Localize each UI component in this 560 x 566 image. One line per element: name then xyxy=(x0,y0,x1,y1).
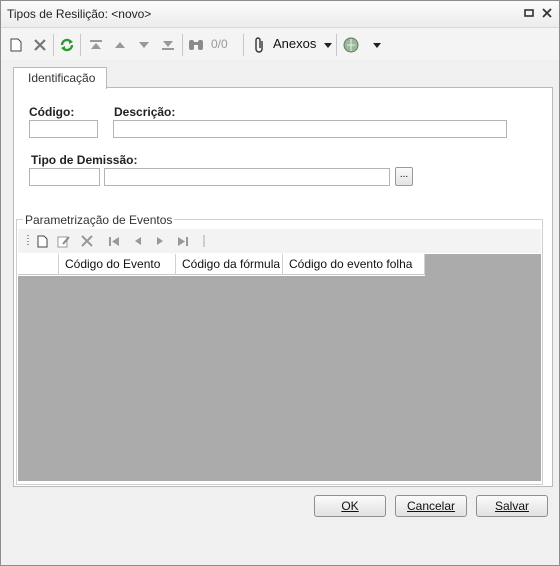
record-counter: 0/0 xyxy=(211,37,228,51)
delete-row-icon[interactable] xyxy=(79,234,95,248)
chevron-down-icon[interactable] xyxy=(319,36,337,54)
edit-row-icon[interactable] xyxy=(56,234,72,248)
new-record-icon[interactable] xyxy=(7,36,25,54)
refresh-icon[interactable] xyxy=(58,36,76,54)
tab-label: Identificação xyxy=(28,71,96,85)
grid-header-codigo-evento-folha[interactable]: Código do evento folha xyxy=(283,254,425,275)
previous-record-icon[interactable] xyxy=(111,36,129,54)
first-record-icon[interactable] xyxy=(87,36,105,54)
delete-icon[interactable] xyxy=(31,36,49,54)
eventos-toolbar xyxy=(18,229,541,253)
toolbar-separator xyxy=(53,34,54,56)
descricao-label: Descrição: xyxy=(114,105,176,119)
window: Tipos de Resilição: <novo> 0/0 Anexos Id… xyxy=(0,0,560,566)
binoculars-icon[interactable] xyxy=(187,36,205,54)
anexos-button[interactable]: Anexos xyxy=(273,36,316,51)
ok-button[interactable]: OK xyxy=(314,495,386,517)
restore-icon[interactable] xyxy=(522,7,536,21)
codigo-label: Código: xyxy=(29,105,75,119)
first-row-icon[interactable] xyxy=(106,234,122,248)
globe-icon[interactable] xyxy=(342,36,360,54)
window-title: Tipos de Resilição: <novo> xyxy=(7,7,152,21)
tipo-demissao-code-input[interactable] xyxy=(29,168,100,186)
codigo-input[interactable] xyxy=(29,120,98,138)
tab-identificacao[interactable]: Identificação xyxy=(13,67,107,89)
last-row-icon[interactable] xyxy=(175,234,191,248)
tipo-demissao-label: Tipo de Demissão: xyxy=(31,153,138,167)
title-bar: Tipos de Resilição: <novo> xyxy=(1,1,559,28)
eventos-group-title: Parametrização de Eventos xyxy=(23,213,175,227)
lookup-button[interactable]: ... xyxy=(395,167,413,186)
grid-header-indicator xyxy=(18,254,59,275)
new-row-icon[interactable] xyxy=(34,234,50,248)
grid-header-codigo-evento[interactable]: Código do Evento xyxy=(59,254,176,275)
chevron-down-icon[interactable] xyxy=(368,36,386,54)
eventos-grid[interactable]: Código do Evento Código da fórmula Códig… xyxy=(18,254,541,481)
close-icon[interactable] xyxy=(540,7,554,21)
grid-header: Código do Evento Código da fórmula Códig… xyxy=(18,254,425,276)
next-record-icon[interactable] xyxy=(135,36,153,54)
tipo-demissao-description-input[interactable] xyxy=(104,168,390,186)
paperclip-icon[interactable] xyxy=(251,36,269,54)
grip-icon xyxy=(196,234,212,248)
next-row-icon[interactable] xyxy=(152,234,168,248)
previous-row-icon[interactable] xyxy=(130,234,146,248)
toolbar-separator xyxy=(80,34,81,56)
main-toolbar: 0/0 Anexos xyxy=(1,28,559,60)
descricao-input[interactable] xyxy=(113,120,507,138)
grid-header-codigo-formula[interactable]: Código da fórmula xyxy=(176,254,283,275)
cancel-button[interactable]: Cancelar xyxy=(395,495,467,517)
toolbar-separator xyxy=(243,34,244,56)
save-button[interactable]: Salvar xyxy=(476,495,548,517)
toolbar-separator xyxy=(182,34,183,56)
last-record-icon[interactable] xyxy=(159,36,177,54)
toolbar-separator xyxy=(336,34,337,56)
